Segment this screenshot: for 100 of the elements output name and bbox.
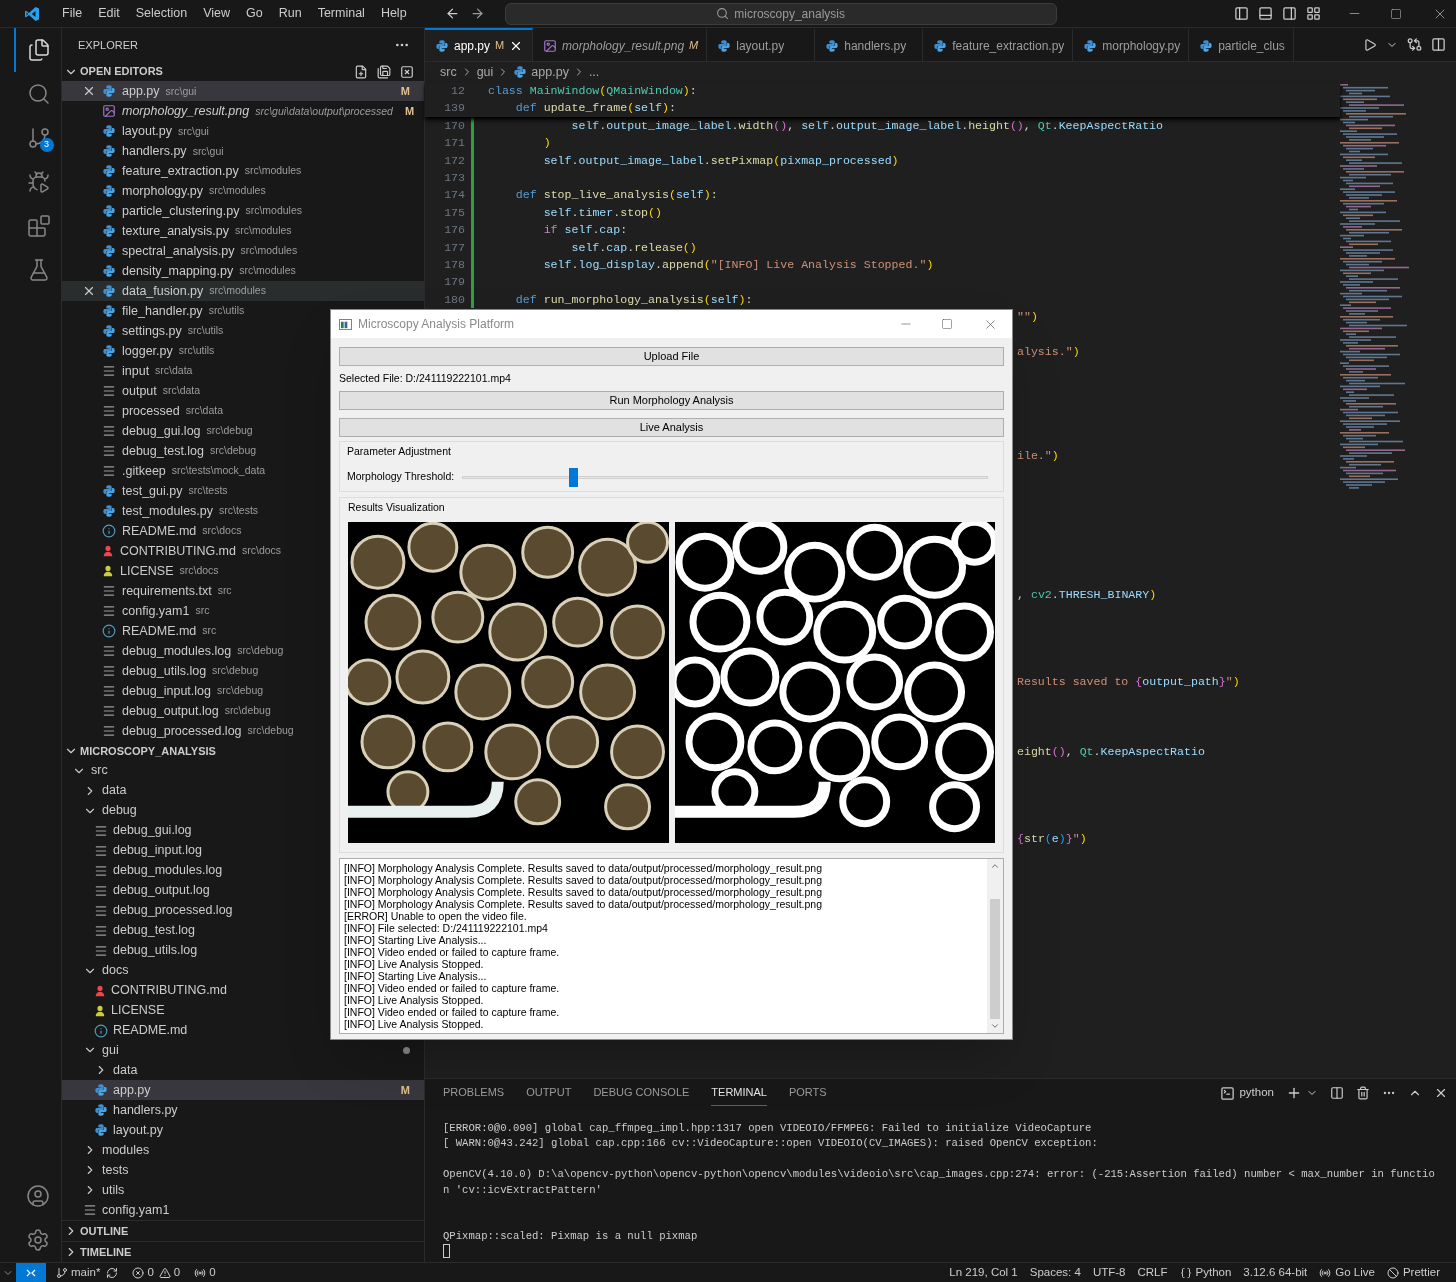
tree-item[interactable]: debug_modules.log [62, 860, 232, 881]
status-item[interactable]: Spaces: 4 [1023, 1263, 1087, 1282]
tree-item[interactable]: debug_processed.log [62, 900, 242, 921]
section-header[interactable]: OPEN EDITORS [80, 63, 163, 80]
open-editor-item[interactable]: morphology_result.png src\gui\data\output\processed M [62, 101, 424, 122]
status-item[interactable]: CRLF [1131, 1263, 1174, 1282]
new-file-icon[interactable] [354, 64, 368, 79]
open-editor-item[interactable]: README.md src\docs [62, 521, 252, 542]
open-editor-item[interactable]: debug_utils.log src\debug [62, 661, 269, 681]
forward-arrow-icon[interactable] [469, 6, 485, 21]
tree-item[interactable]: debug_gui.log [62, 820, 201, 841]
files-icon[interactable] [26, 38, 51, 62]
layout-icon[interactable] [1306, 6, 1321, 21]
open-editor-item[interactable]: debug_gui.log src\debug [62, 421, 263, 442]
tree-item[interactable]: LICENSE [62, 1000, 174, 1021]
editor-tab[interactable]: feature_extraction.py [923, 28, 1074, 61]
breadcrumb-item[interactable]: src [440, 62, 457, 82]
run-debug-icon[interactable] [26, 170, 51, 194]
open-editor-item[interactable]: README.md src [62, 621, 227, 641]
open-editor-item[interactable]: feature_extraction.py src\modules [62, 161, 312, 182]
scrollbar[interactable] [987, 859, 1003, 1033]
open-editor-item[interactable]: file_handler.py src\utils [62, 301, 255, 322]
run-icon[interactable] [1363, 37, 1377, 52]
panel-bottom-icon[interactable] [1258, 6, 1273, 21]
section-header[interactable]: TIMELINE [80, 1244, 132, 1261]
editor-tab[interactable]: layout.py [707, 28, 816, 61]
terminal-name[interactable]: python [1239, 1084, 1274, 1102]
tree-item[interactable]: data [62, 780, 136, 801]
open-editor-item[interactable]: debug_test.log src\debug [62, 441, 267, 462]
tree-item[interactable]: app.py M [62, 1080, 424, 1101]
section-header[interactable]: MICROSCOPY_ANALYSIS [80, 742, 216, 760]
breadcrumb-item[interactable]: ... [588, 62, 600, 82]
tree-item[interactable]: debug_utils.log [62, 940, 207, 961]
open-editor-item[interactable]: data_fusion.py src\modules [62, 281, 424, 302]
open-editor-item[interactable]: .gitkeep src\tests\mock_data [62, 461, 276, 482]
tree-item[interactable]: README.md [62, 1020, 197, 1041]
open-editor-item[interactable]: handlers.py src\gui [62, 141, 234, 162]
branch-icon[interactable] [26, 126, 51, 150]
open-editor-item[interactable]: debug_processed.log src\debug [62, 720, 304, 741]
tree-item[interactable]: CONTRIBUTING.md [62, 980, 236, 1001]
log-text-area[interactable] [339, 858, 1004, 1034]
status-item[interactable]: 3.12.6 64-bit [1237, 1263, 1314, 1282]
search-icon[interactable] [26, 82, 51, 106]
activity-item[interactable]: 3 [13, 116, 62, 160]
open-editor-item[interactable]: logger.py src\utils [62, 341, 225, 362]
sync-icon[interactable] [106, 1266, 119, 1279]
open-editor-item[interactable]: texture_analysis.py src\modules [62, 221, 302, 242]
status-item[interactable]: Python [1173, 1263, 1238, 1282]
open-editor-item[interactable]: test_gui.py src\tests [62, 481, 238, 502]
editor-tab[interactable]: handlers.py [815, 28, 924, 61]
ports-button[interactable]: 0 [194, 1263, 216, 1282]
tree-item[interactable]: docs [62, 960, 138, 981]
open-editor-item[interactable]: debug_modules.log src\debug [62, 641, 294, 661]
tree-item[interactable]: debug [62, 800, 146, 821]
editor-tab[interactable]: morphology_result.png M [533, 28, 708, 61]
breadcrumb-item[interactable]: gui [476, 62, 494, 82]
tree-item[interactable]: layout.py [62, 1120, 173, 1141]
maximize-icon[interactable] [941, 318, 953, 330]
tree-item[interactable]: src [62, 760, 117, 781]
account-icon[interactable] [25, 1184, 50, 1208]
panel-tab[interactable]: DEBUG CONSOLE [593, 1080, 690, 1106]
open-editor-item[interactable]: density_mapping.py src\modules [62, 261, 306, 282]
tree-item[interactable]: data [62, 1060, 147, 1081]
menu-item[interactable]: Terminal [309, 4, 373, 23]
back-arrow-icon[interactable] [444, 6, 460, 21]
panel-left-icon[interactable] [1234, 6, 1249, 21]
tree-item[interactable]: debug_test.log [62, 920, 204, 941]
tree-item[interactable]: config.yam1 [62, 1200, 179, 1221]
open-editor-item[interactable]: debug_input.log src\debug [62, 680, 274, 701]
menu-item[interactable]: File [54, 4, 91, 23]
status-item[interactable]: Ln 219, Col 1 [943, 1263, 1024, 1282]
run-analysis-button[interactable]: Run Morphology Analysis [339, 391, 1004, 410]
menu-item[interactable]: Go [238, 4, 271, 23]
close-all-icon[interactable] [400, 64, 414, 79]
settings-icon[interactable] [25, 1228, 50, 1252]
open-editor-item[interactable]: requirements.txt src [62, 581, 242, 602]
tree-item[interactable]: handlers.py [62, 1100, 187, 1121]
open-editor-item[interactable]: CONTRIBUTING.md src\docs [62, 541, 292, 562]
extensions-icon[interactable] [26, 214, 51, 238]
open-editor-item[interactable]: settings.py src\utils [62, 321, 234, 342]
tree-item[interactable]: debug_input.log [62, 840, 211, 861]
open-editor-item[interactable]: LICENSE src\docs [62, 561, 229, 582]
menu-item[interactable]: Selection [127, 4, 196, 23]
tree-item[interactable]: modules [62, 1140, 159, 1161]
status-item[interactable]: UTF-8 [1086, 1263, 1132, 1282]
tree-item[interactable]: tests [62, 1160, 138, 1181]
compare-icon[interactable] [1407, 37, 1422, 52]
open-editor-item[interactable]: layout.py src\gui [62, 121, 219, 142]
panel-tab[interactable]: PORTS [788, 1080, 827, 1106]
threshold-slider[interactable] [462, 467, 988, 487]
tree-item[interactable]: debug_output.log [62, 880, 219, 901]
breadcrumb-item[interactable]: app.py [531, 62, 569, 82]
plus-icon[interactable] [1286, 1085, 1302, 1101]
panel-tab[interactable]: PROBLEMS [443, 1080, 505, 1106]
live-analysis-button[interactable]: Live Analysis [339, 418, 1004, 437]
editor-tab[interactable]: app.py M [425, 28, 533, 61]
panel-tab[interactable]: TERMINAL [711, 1080, 767, 1106]
editor-tab[interactable]: morphology.py [1073, 28, 1190, 61]
save-all-icon[interactable] [377, 64, 391, 79]
slider-thumb[interactable] [568, 467, 578, 487]
